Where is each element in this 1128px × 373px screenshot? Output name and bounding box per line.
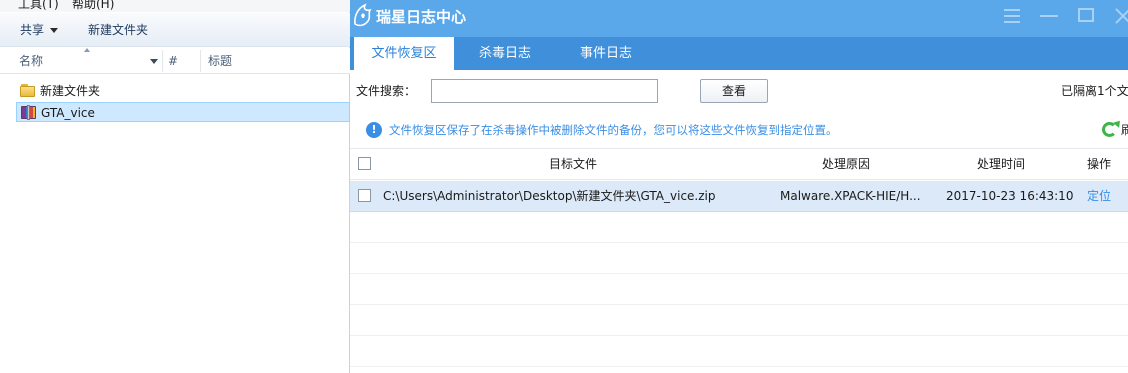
- window-title: 瑞星日志中心: [376, 8, 467, 26]
- table-row-empty: [350, 305, 1128, 336]
- folder-icon: [20, 83, 36, 98]
- notice-text: 文件恢复区保存了在杀毒操作中被删除文件的备份，您可以将这些文件恢复到指定位置。: [389, 123, 838, 137]
- share-button[interactable]: 共享: [20, 22, 59, 38]
- table-row-empty: [350, 243, 1128, 274]
- explorer-window: 工具(T) 帮助(H) 共享 新建文件夹 名称 # 标题 新建文件夹 GTA_v…: [0, 0, 350, 373]
- minimize-icon[interactable]: [1038, 6, 1060, 26]
- rising-lion-logo-icon: [354, 3, 372, 27]
- table-row-empty: [350, 212, 1128, 243]
- tab-event-log[interactable]: 事件日志: [556, 37, 656, 70]
- info-icon: !: [366, 122, 382, 138]
- file-row-new-folder[interactable]: 新建文件夹: [16, 81, 350, 101]
- row-path: C:\Users\Administrator\Desktop\新建文件夹\GTA…: [383, 189, 716, 203]
- column-hash[interactable]: #: [168, 53, 178, 69]
- tab-antivirus-log[interactable]: 杀毒日志: [454, 37, 556, 70]
- file-name: 新建文件夹: [40, 84, 101, 98]
- column-divider[interactable]: [200, 50, 201, 72]
- table-row-empty: [350, 274, 1128, 305]
- refresh-label[interactable]: 刷: [1121, 122, 1128, 138]
- explorer-toolbar: 共享 新建文件夹: [0, 13, 350, 47]
- column-header: 名称 # 标题: [0, 48, 350, 74]
- row-time: 2017-10-23 16:43:10: [946, 189, 1074, 203]
- refresh-icon[interactable]: [1102, 122, 1117, 137]
- quarantine-count: 已隔离1个文: [1061, 84, 1128, 98]
- maximize-icon[interactable]: [1075, 6, 1097, 26]
- notice-bar: ! 文件恢复区保存了在杀毒操作中被删除文件的备份，您可以将这些文件恢复到指定位置…: [350, 113, 1128, 148]
- view-button[interactable]: 查看: [700, 79, 768, 103]
- archive-icon: [21, 105, 37, 120]
- tab-file-recovery[interactable]: 文件恢复区: [354, 37, 454, 70]
- column-dropdown-icon[interactable]: [150, 59, 158, 64]
- header-action: 操作: [1087, 157, 1112, 171]
- menu-help[interactable]: 帮助(H): [72, 0, 114, 12]
- column-name[interactable]: 名称: [19, 53, 43, 69]
- header-target-file: 目标文件: [549, 157, 598, 171]
- file-search-input[interactable]: [431, 79, 658, 103]
- column-divider[interactable]: [162, 50, 163, 72]
- row-reason: Malware.XPACK-HIE/H...: [780, 189, 921, 203]
- close-icon[interactable]: [1112, 6, 1128, 26]
- new-folder-button[interactable]: 新建文件夹: [88, 22, 148, 38]
- select-all-checkbox[interactable]: [358, 157, 371, 170]
- menu-icon[interactable]: [1000, 6, 1022, 26]
- table-row-empty: [350, 336, 1128, 367]
- header-time: 处理时间: [977, 157, 1026, 171]
- title-bar[interactable]: 瑞星日志中心: [350, 0, 1128, 37]
- chevron-down-icon: [50, 28, 59, 33]
- share-label: 共享: [20, 23, 45, 37]
- column-title[interactable]: 标题: [208, 53, 232, 69]
- menu-bar: 工具(T) 帮助(H): [0, 0, 350, 12]
- search-label: 文件搜索：: [356, 84, 417, 98]
- log-center-window: 瑞星日志中心 文件恢复区 杀毒日志 事件日志 文件搜索： 查看 已隔离1个文 !…: [350, 0, 1128, 373]
- table-header: 目标文件 处理原因 处理时间 操作: [350, 148, 1128, 180]
- tab-bar: 文件恢复区 杀毒日志 事件日志: [350, 37, 1128, 70]
- menu-tools[interactable]: 工具(T): [18, 0, 59, 12]
- row-checkbox[interactable]: [358, 189, 371, 202]
- locate-link[interactable]: 定位: [1087, 188, 1111, 204]
- file-name: GTA_vice: [41, 106, 95, 120]
- header-reason: 处理原因: [822, 157, 871, 171]
- table-row[interactable]: C:\Users\Administrator\Desktop\新建文件夹\GTA…: [350, 181, 1128, 212]
- file-row-gta-vice[interactable]: GTA_vice: [16, 102, 350, 122]
- sort-ascending-icon: [84, 48, 90, 52]
